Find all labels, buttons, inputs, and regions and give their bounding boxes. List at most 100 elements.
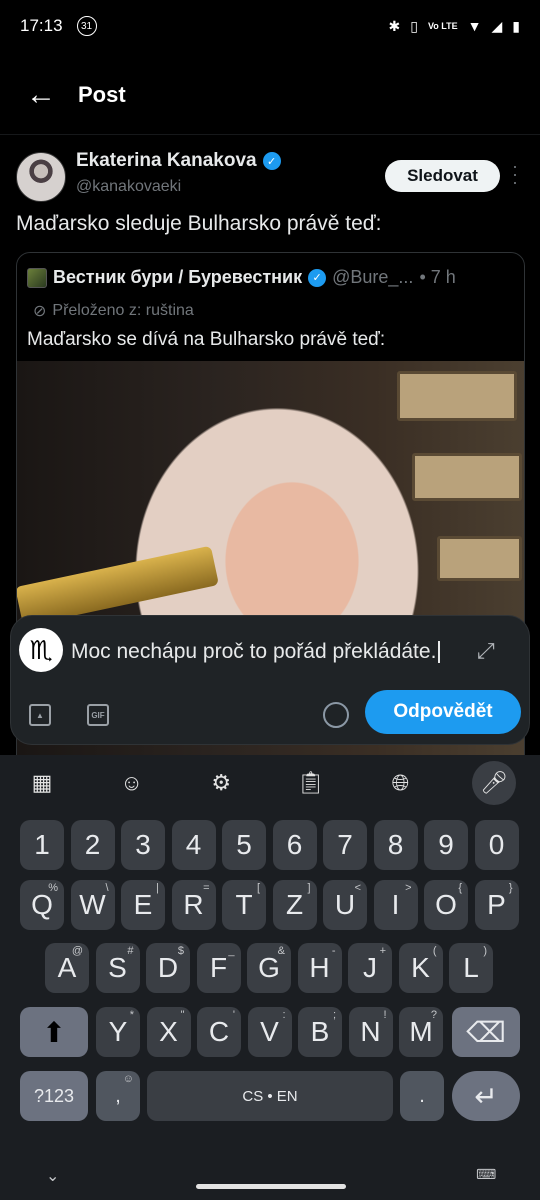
key-p[interactable]: P} xyxy=(474,880,519,930)
status-icons: ✱ ▯ Vo LTE ▼ ◢ ▮ xyxy=(389,18,520,35)
key-a[interactable]: A @ xyxy=(45,943,89,993)
clipboard-icon[interactable]: 📋︎ xyxy=(293,765,329,801)
sticker-icon[interactable]: ☺ xyxy=(114,765,150,801)
author-name-row[interactable]: Ekaterina Kanakova ✓ xyxy=(76,150,281,172)
key-e-label: E xyxy=(133,889,153,920)
key-9[interactable]: 9 xyxy=(424,820,468,870)
key-m-secondary: ? xyxy=(430,1009,437,1021)
key-b[interactable]: B; xyxy=(298,1007,342,1057)
image-icon[interactable]: ▲ xyxy=(29,704,51,726)
key-l-secondary: ) xyxy=(483,945,487,957)
key-1-label: 1 xyxy=(34,829,50,860)
shift-key-label: ⬆ xyxy=(42,1016,66,1048)
quoted-author-name: Вестник бури / Буревестник xyxy=(53,267,303,287)
key-0[interactable]: 0 xyxy=(474,820,519,870)
keyboard-switch-icon[interactable]: ⌨ xyxy=(476,1166,497,1183)
home-gesture-bar[interactable] xyxy=(196,1184,346,1189)
key-w[interactable]: W \ xyxy=(70,880,115,930)
key-4[interactable]: 4 xyxy=(171,820,216,870)
character-count-ring xyxy=(323,702,349,728)
key-3[interactable]: 3 xyxy=(121,820,165,870)
emoji-comma-key[interactable]: , ☺ xyxy=(96,1071,140,1121)
key-w-label: W xyxy=(79,889,106,920)
key-o[interactable]: O{ xyxy=(424,880,468,930)
key-x[interactable]: X " xyxy=(146,1007,191,1057)
wifi-icon: ▼ xyxy=(467,18,482,34)
emoji-comma-key-secondary: ☺ xyxy=(122,1073,134,1085)
author-handle: @kanakovaeki xyxy=(76,178,182,195)
shift-key[interactable]: ⬆ xyxy=(20,1007,88,1057)
status-time: 17:13 xyxy=(20,16,63,35)
hide-keyboard-icon[interactable]: ⌄ xyxy=(46,1166,59,1186)
expand-icon[interactable]: ⤢ xyxy=(477,638,503,664)
bluetooth-icon: ✱ xyxy=(388,17,401,34)
quoted-author-avatar xyxy=(27,267,47,288)
translation-notice[interactable]: ⊘ Přeloženo z: ruština xyxy=(33,301,194,321)
key-t-secondary: [ xyxy=(256,882,260,894)
key-l-label: L xyxy=(463,952,479,983)
back-arrow-icon[interactable]: ← xyxy=(26,78,56,112)
key-6[interactable]: 6 xyxy=(272,820,317,870)
key-7[interactable]: 7 xyxy=(323,820,367,870)
reply-button[interactable]: Odpovědět xyxy=(365,690,521,734)
quoted-post-time: • 7 h xyxy=(419,267,456,287)
key-g[interactable]: G & xyxy=(247,943,291,993)
globe-language-icon[interactable]: 🌐︎ xyxy=(382,765,418,801)
follow-button[interactable]: Sledovat xyxy=(385,160,500,192)
key-s-label: S xyxy=(108,952,127,983)
key-m[interactable]: M? xyxy=(399,1007,443,1057)
author-avatar[interactable] xyxy=(16,152,66,202)
settings-gear-icon[interactable]: ⚙ xyxy=(203,765,239,801)
user-avatar: ♏ xyxy=(19,628,63,672)
key-k[interactable]: K( xyxy=(398,943,443,993)
key-8[interactable]: 8 xyxy=(373,820,418,870)
translate-icon: ⊘ xyxy=(33,303,47,320)
key-1[interactable]: 1 xyxy=(20,820,64,870)
key-e[interactable]: E | xyxy=(121,880,165,930)
key-c[interactable]: C ' xyxy=(197,1007,241,1057)
page-title: Post xyxy=(78,82,126,107)
key-n[interactable]: N! xyxy=(348,1007,393,1057)
key-o-secondary: { xyxy=(458,882,462,894)
key-j[interactable]: J + xyxy=(348,943,392,993)
key-y[interactable]: Y * xyxy=(96,1007,140,1057)
key-i[interactable]: I > xyxy=(373,880,418,930)
gif-icon[interactable]: GIF xyxy=(87,704,109,726)
key-t[interactable]: T[ xyxy=(222,880,266,930)
key-2[interactable]: 2 xyxy=(70,820,115,870)
key-r[interactable]: R = xyxy=(171,880,216,930)
background-panel xyxy=(412,453,522,501)
key-d[interactable]: D $ xyxy=(146,943,190,993)
key-s[interactable]: S # xyxy=(95,943,140,993)
status-bar: 17:13 31 ✱ ▯ Vo LTE ▼ ◢ ▮ xyxy=(0,0,540,52)
key-h[interactable]: H- xyxy=(297,943,342,993)
enter-key[interactable]: ↵ xyxy=(452,1071,520,1121)
key-h-label: H xyxy=(309,952,330,983)
key-y-label: Y xyxy=(108,1016,128,1047)
space-key[interactable]: CS • EN xyxy=(147,1071,393,1121)
key-k-secondary: ( xyxy=(432,945,437,957)
key-7-label: 7 xyxy=(337,829,353,860)
key-v[interactable]: V: xyxy=(247,1007,292,1057)
backspace-key[interactable]: ⌫ xyxy=(452,1007,520,1057)
key-f[interactable]: F _ xyxy=(196,943,241,993)
period-key[interactable]: . xyxy=(400,1071,444,1121)
key-z[interactable]: Z] xyxy=(272,880,317,930)
key-u[interactable]: U < xyxy=(323,880,367,930)
reply-input[interactable]: Moc nechápu proč to pořád překládáte. xyxy=(71,640,440,664)
key-b-label: B xyxy=(310,1016,330,1047)
symbols-key[interactable]: ?123 xyxy=(20,1071,88,1121)
key-q[interactable]: Q% xyxy=(20,880,64,930)
translation-label: Přeloženo z: ruština xyxy=(52,302,194,319)
key-5[interactable]: 5 xyxy=(222,820,266,870)
verified-badge-icon: ✓ xyxy=(308,268,327,287)
key-l[interactable]: L) xyxy=(449,943,493,993)
background-panel xyxy=(397,371,517,421)
key-f-label: F xyxy=(209,952,228,983)
key-r-label: R xyxy=(183,889,204,920)
more-options-icon[interactable]: · · · xyxy=(508,157,522,191)
key-m-label: M xyxy=(409,1016,433,1047)
microphone-icon[interactable]: 🎤︎ xyxy=(471,761,516,805)
author-name[interactable]: Ekaterina Kanakova xyxy=(76,150,257,172)
apps-grid-icon[interactable]: ▦ xyxy=(24,765,60,801)
